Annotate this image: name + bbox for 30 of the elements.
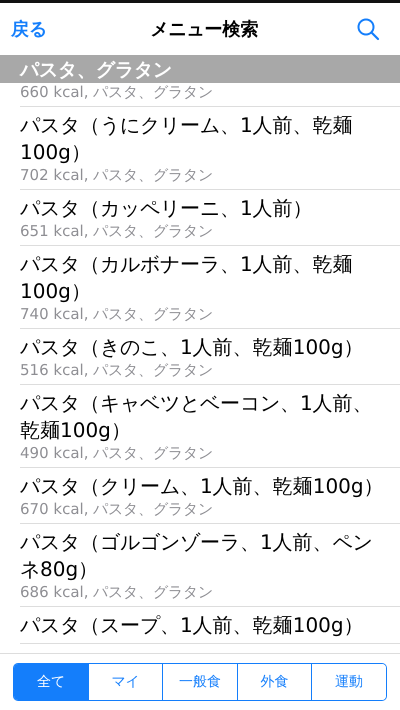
item-name: パスタ（カッペリーニ、1人前） xyxy=(20,195,314,222)
menu-item[interactable]: パスタ（スープ、1人前、乾麺100g） xyxy=(20,607,400,644)
menu-item[interactable]: パスタ（キャベツとベーコン、1人前、乾麺100g） 490 kcal, パスタ、グラタン xyxy=(20,385,400,468)
item-details: 686 kcal, パスタ、グラタン xyxy=(20,583,214,602)
item-name: パスタ（きのこ、1人前、乾麺100g） xyxy=(20,334,365,361)
item-details: 651 kcal, パスタ、グラタン xyxy=(20,222,214,241)
menu-item[interactable]: パスタ（クリーム、1人前、乾麺100g） 670 kcal, パスタ、グラタン xyxy=(20,468,400,524)
item-name: パスタ（スープ、1人前、乾麺100g） xyxy=(20,612,365,639)
screen-title: メニュー検索 xyxy=(150,18,258,41)
item-details: 702 kcal, パスタ、グラタン xyxy=(20,166,214,185)
item-details: 490 kcal, パスタ、グラタン xyxy=(20,444,214,463)
menu-item[interactable]: パスタ（ゴルゴンゾーラ、1人前、ペンネ80g） 686 kcal, パスタ、グラタン xyxy=(20,524,400,607)
item-name: パスタ（ゴルゴンゾーラ、1人前、ペンネ80g） xyxy=(20,529,374,583)
menu-item[interactable]: パスタ（うにクリーム、1人前、乾麺100g） 702 kcal, パスタ、グラタン xyxy=(20,107,400,190)
item-details: 740 kcal, パスタ、グラタン xyxy=(20,305,214,324)
menu-item[interactable]: パスタ（カルボナーラ、1人前、乾麺100g） 740 kcal, パスタ、グラタン xyxy=(20,246,400,329)
item-name: パスタ（カルボナーラ、1人前、乾麺100g） xyxy=(20,251,354,305)
item-name: パスタ（クリーム、1人前、乾麺100g） xyxy=(20,473,384,500)
item-details: 516 kcal, パスタ、グラタン xyxy=(20,361,214,380)
search-icon[interactable] xyxy=(356,17,380,41)
item-details: 670 kcal, パスタ、グラタン xyxy=(20,500,214,519)
category-tab[interactable]: 全て xyxy=(14,664,88,700)
item-name: パスタ（うにクリーム、1人前、乾麺100g） xyxy=(20,112,354,166)
menu-item[interactable]: パスタ（きのこ、1人前、乾麺100g） 516 kcal, パスタ、グラタン xyxy=(20,329,400,385)
category-tab[interactable]: 運動 xyxy=(311,664,386,700)
section-header: パスタ、グラタン xyxy=(0,55,400,83)
back-button[interactable]: 戻る xyxy=(11,17,47,41)
item-name: パスタ（キャベツとベーコン、1人前、乾麺100g） xyxy=(20,390,374,444)
menu-item[interactable]: パスタ（カッペリーニ、1人前） 651 kcal, パスタ、グラタン xyxy=(20,190,400,246)
item-details: 660 kcal, パスタ、グラタン xyxy=(20,83,214,102)
